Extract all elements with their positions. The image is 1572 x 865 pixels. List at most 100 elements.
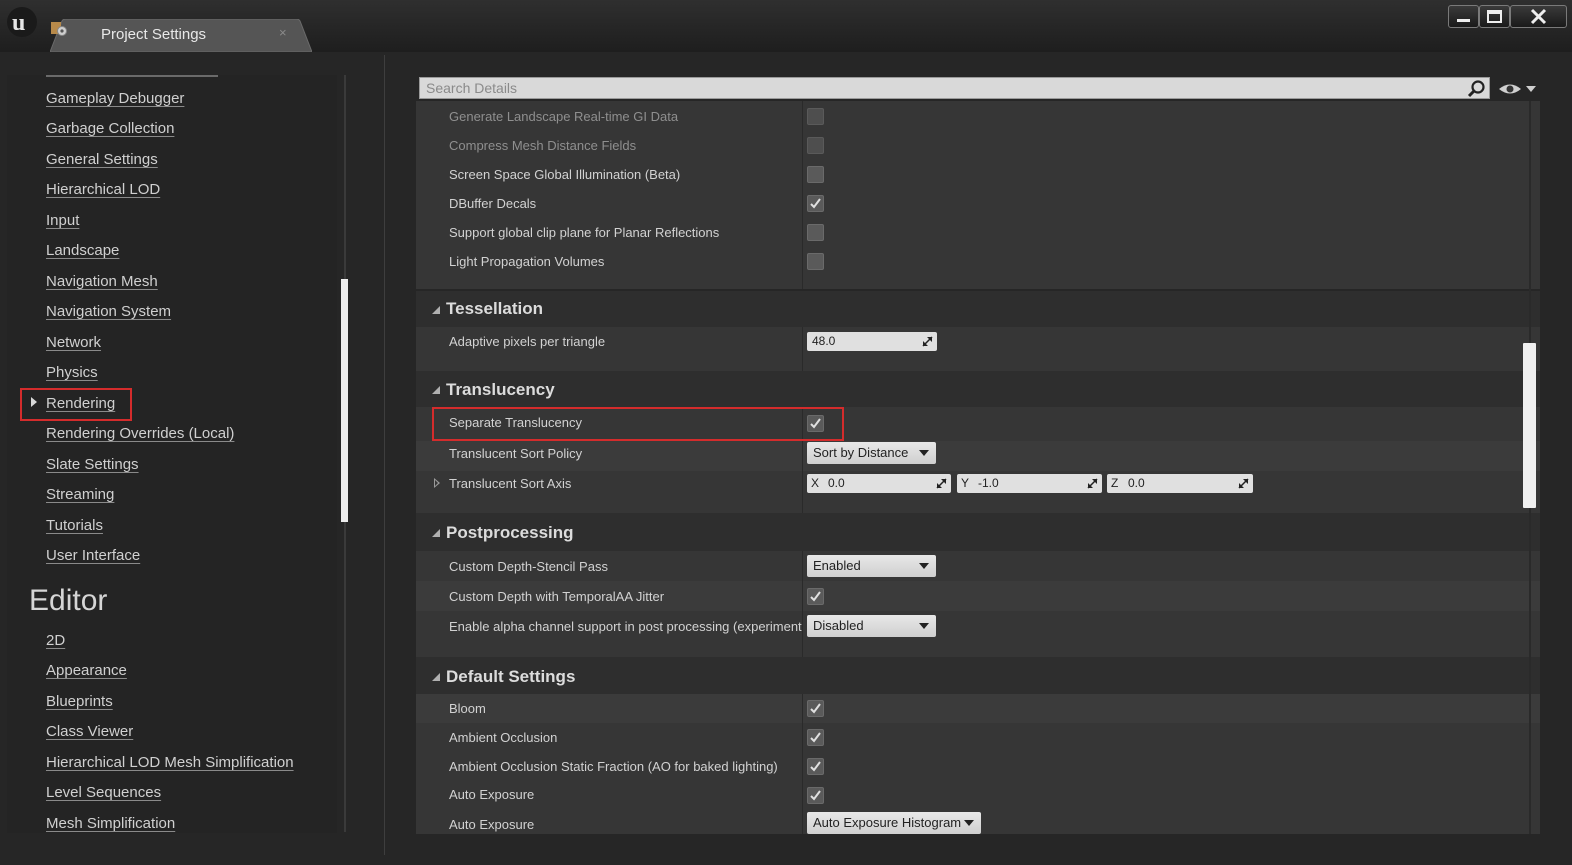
- collapse-arrow-icon[interactable]: [432, 306, 440, 314]
- search-box[interactable]: [419, 77, 1490, 99]
- sidebar-item-mesh-simplification[interactable]: Mesh Simplification: [46, 815, 175, 832]
- property-checkbox[interactable]: [807, 224, 824, 241]
- property-row-adaptive-pixels: Adaptive pixels per triangle 48.0: [416, 327, 1540, 371]
- sidebar-item-user-interface[interactable]: User Interface: [46, 547, 140, 564]
- property-checkbox[interactable]: [807, 166, 824, 183]
- property-label: Light Propagation Volumes: [449, 254, 605, 269]
- sidebar-item-2d[interactable]: 2D: [46, 632, 65, 649]
- minimize-button[interactable]: [1448, 5, 1479, 28]
- property-checkbox: [807, 108, 824, 125]
- maximize-button[interactable]: [1479, 5, 1510, 28]
- search-input[interactable]: [426, 80, 1456, 96]
- sort-axis-x-field[interactable]: X 0.0: [807, 474, 951, 493]
- sidebar-item-blueprints[interactable]: Blueprints: [46, 693, 113, 710]
- details-scrollbar-thumb[interactable]: [1523, 343, 1536, 508]
- category-default-settings[interactable]: Default Settings: [416, 657, 1540, 694]
- property-row: Generate Landscape Real-time GI Data: [416, 101, 1540, 130]
- auto-exposure-method-dropdown[interactable]: Auto Exposure Histogram: [807, 812, 981, 834]
- tab-project-settings[interactable]: Project Settings ×: [50, 19, 312, 52]
- expand-arrow-icon[interactable]: [434, 478, 440, 488]
- dropdown-value: Sort by Distance: [813, 445, 909, 460]
- property-label: Generate Landscape Real-time GI Data: [449, 109, 679, 124]
- property-row: Compress Mesh Distance Fields: [416, 130, 1540, 159]
- property-label: Support global clip plane for Planar Ref…: [449, 225, 720, 240]
- dropdown-arrow-icon: [964, 820, 974, 826]
- sidebar-item-physics[interactable]: Physics: [46, 364, 98, 381]
- dropdown-arrow-icon: [919, 450, 929, 456]
- custom-depth-stencil-dropdown[interactable]: Enabled: [807, 555, 936, 577]
- view-options-eye-icon[interactable]: [1497, 80, 1537, 98]
- sidebar-item-network[interactable]: Network: [46, 334, 101, 351]
- property-row-auto-exposure: Auto Exposure: [416, 781, 1540, 809]
- sidebar-item-general-settings[interactable]: General Settings: [46, 151, 158, 168]
- drag-spin-icon[interactable]: [922, 336, 933, 347]
- title-bar: u Project Settings ×: [0, 0, 1572, 52]
- sidebar-item-tutorials[interactable]: Tutorials: [46, 517, 103, 534]
- drag-spin-icon[interactable]: [1087, 478, 1098, 489]
- property-label: DBuffer Decals: [449, 196, 537, 211]
- property-label: Compress Mesh Distance Fields: [449, 138, 637, 153]
- number-value: 48.0: [812, 334, 836, 348]
- search-icon[interactable]: [1466, 79, 1486, 99]
- ambient-occlusion-checkbox[interactable]: [807, 729, 824, 746]
- drag-spin-icon[interactable]: [1238, 478, 1249, 489]
- property-label: Translucent Sort Axis: [449, 476, 572, 491]
- property-checkbox[interactable]: [807, 195, 824, 212]
- property-row: Light Propagation Volumes: [416, 246, 1540, 289]
- sidebar-item-streaming[interactable]: Streaming: [46, 486, 114, 503]
- temporalaa-jitter-checkbox[interactable]: [807, 588, 824, 605]
- category-title: Tessellation: [446, 299, 543, 318]
- sort-axis-z-field[interactable]: Z 0.0: [1107, 474, 1253, 493]
- unreal-engine-logo: u: [7, 7, 37, 37]
- sidebar-item-navigation-mesh[interactable]: Navigation Mesh: [46, 273, 158, 290]
- minimize-icon: [1457, 19, 1470, 22]
- sort-policy-dropdown[interactable]: Sort by Distance: [807, 442, 936, 464]
- tab-close-icon[interactable]: ×: [279, 25, 287, 40]
- panel-divider[interactable]: [384, 55, 385, 855]
- sidebar-item-appearance[interactable]: Appearance: [46, 662, 127, 679]
- category-title: Translucency: [446, 380, 555, 399]
- dropdown-value: Disabled: [813, 618, 864, 633]
- sidebar-item-hlod-mesh-simplification[interactable]: Hierarchical LOD Mesh Simplification: [46, 754, 294, 771]
- sidebar-item-gameplay-debugger[interactable]: Gameplay Debugger: [46, 90, 184, 107]
- bloom-checkbox[interactable]: [807, 700, 824, 717]
- left-scrollbar-thumb[interactable]: [341, 279, 348, 522]
- property-label: Ambient Occlusion: [449, 730, 558, 745]
- property-checkbox[interactable]: [807, 253, 824, 270]
- sort-axis-y-field[interactable]: Y -1.0: [957, 474, 1102, 493]
- separate-translucency-highlight-box: [432, 407, 844, 441]
- collapse-arrow-icon[interactable]: [432, 529, 440, 537]
- sidebar-item-level-sequences[interactable]: Level Sequences: [46, 784, 161, 801]
- property-label: Custom Depth-Stencil Pass: [449, 559, 608, 574]
- auto-exposure-checkbox[interactable]: [807, 787, 824, 804]
- checkmark-icon: [810, 703, 821, 714]
- sidebar-item-garbage-collection[interactable]: Garbage Collection: [46, 120, 174, 137]
- collapse-arrow-icon[interactable]: [432, 673, 440, 681]
- checkmark-icon: [810, 790, 821, 801]
- alpha-channel-dropdown[interactable]: Disabled: [807, 615, 936, 637]
- category-tessellation[interactable]: Tessellation: [416, 291, 1540, 327]
- property-label: Ambient Occlusion Static Fraction (AO fo…: [449, 759, 778, 774]
- checkmark-icon: [810, 732, 821, 743]
- sidebar-item-slate-settings[interactable]: Slate Settings: [46, 456, 139, 473]
- sidebar-item-rendering-overrides-local[interactable]: Rendering Overrides (Local): [46, 425, 234, 442]
- close-icon: [1530, 8, 1547, 25]
- sidebar-item-class-viewer[interactable]: Class Viewer: [46, 723, 133, 740]
- drag-spin-icon[interactable]: [936, 478, 947, 489]
- category-translucency[interactable]: Translucency: [416, 371, 1540, 407]
- dropdown-value: Enabled: [813, 558, 861, 573]
- sidebar-item-navigation-system[interactable]: Navigation System: [46, 303, 171, 320]
- dropdown-arrow-icon: [919, 623, 929, 629]
- category-postprocessing[interactable]: Postprocessing: [416, 513, 1540, 551]
- sidebar-item-hierarchical-lod[interactable]: Hierarchical LOD: [46, 181, 160, 198]
- rendering-expand-arrow-icon[interactable]: [31, 397, 37, 407]
- sidebar-item-landscape[interactable]: Landscape: [46, 242, 119, 259]
- ao-static-fraction-checkbox[interactable]: [807, 758, 824, 775]
- adaptive-pixels-number-field[interactable]: 48.0: [807, 332, 937, 351]
- tab-title: Project Settings: [101, 26, 207, 43]
- sidebar-item-input[interactable]: Input: [46, 212, 79, 229]
- property-row-bloom: Bloom: [416, 694, 1540, 723]
- close-window-button[interactable]: [1510, 5, 1567, 28]
- svg-text:u: u: [12, 10, 25, 36]
- collapse-arrow-icon[interactable]: [432, 386, 440, 394]
